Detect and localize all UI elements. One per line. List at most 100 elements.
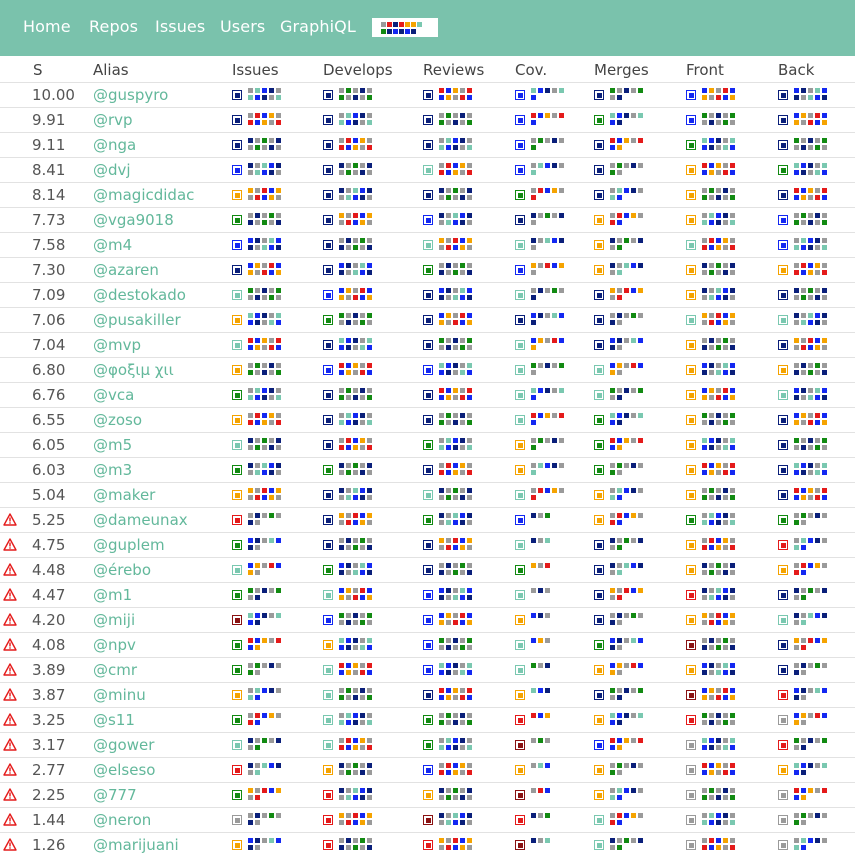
user-score: 3.25: [32, 711, 66, 729]
activity-squares-icon: [248, 263, 282, 276]
activity-squares-icon: [248, 838, 282, 851]
activity-squares-icon: [248, 338, 282, 351]
activity-squares-icon: [794, 688, 828, 701]
user-alias-link[interactable]: @minu: [93, 686, 146, 704]
user-alias-link[interactable]: @npv: [93, 636, 136, 654]
col-header-alias[interactable]: Alias: [93, 61, 129, 79]
activity-squares-icon: [610, 513, 644, 526]
user-score: 4.08: [32, 636, 66, 654]
activity-squares-icon: [439, 238, 473, 251]
user-score: 5.25: [32, 511, 66, 529]
user-alias-link[interactable]: @φοξιμ χιι: [93, 361, 174, 379]
user-alias-link[interactable]: @nga: [93, 136, 136, 154]
level-square-icon: [515, 215, 525, 225]
activity-squares-icon: [248, 463, 282, 476]
col-header-reviews[interactable]: Reviews: [423, 61, 484, 79]
user-alias-link[interactable]: @azaren: [93, 261, 159, 279]
warning-icon: [3, 713, 17, 726]
user-alias-link[interactable]: @m4: [93, 236, 132, 254]
level-square-icon: [778, 640, 788, 650]
user-alias-link[interactable]: @neron: [93, 811, 151, 829]
level-square-icon: [686, 515, 696, 525]
level-square-icon: [423, 590, 433, 600]
user-alias-link[interactable]: @rvp: [93, 111, 133, 129]
activity-squares-icon: [794, 213, 828, 226]
table-row: 4.47 @m1: [0, 582, 855, 607]
level-square-icon: [323, 390, 333, 400]
col-header-develops[interactable]: Develops: [323, 61, 393, 79]
col-header-score[interactable]: S: [33, 61, 43, 79]
level-square-icon: [323, 640, 333, 650]
warning-icon: [3, 688, 17, 701]
nav-link-users[interactable]: Users: [220, 17, 265, 36]
level-square-icon: [515, 815, 525, 825]
warning-icon: [3, 838, 17, 851]
activity-squares-icon: [339, 563, 373, 576]
activity-squares-icon: [794, 413, 828, 426]
table-row: 7.30 @azaren: [0, 257, 855, 282]
col-header-merges[interactable]: Merges: [594, 61, 649, 79]
activity-squares-icon: [531, 663, 565, 669]
user-alias-link[interactable]: @dameunax: [93, 511, 188, 529]
table-row: 1.26 @marijuani: [0, 832, 855, 857]
activity-squares-icon: [610, 613, 644, 626]
user-alias-link[interactable]: @vga9018: [93, 211, 174, 229]
user-alias-link[interactable]: @pusakiller: [93, 311, 181, 329]
level-square-icon: [594, 240, 604, 250]
user-alias-link[interactable]: @m1: [93, 586, 132, 604]
activity-squares-icon: [610, 213, 644, 226]
user-alias-link[interactable]: @vca: [93, 386, 134, 404]
user-alias-link[interactable]: @m5: [93, 436, 132, 454]
level-square-icon: [515, 690, 525, 700]
user-alias-link[interactable]: @777: [93, 786, 137, 804]
activity-squares-icon: [248, 438, 282, 451]
table-row: 2.77 @elseso: [0, 757, 855, 782]
user-alias-link[interactable]: @cmr: [93, 661, 137, 679]
activity-squares-icon: [702, 563, 736, 576]
level-square-icon: [323, 740, 333, 750]
level-square-icon: [594, 815, 604, 825]
user-alias-link[interactable]: @guspyro: [93, 86, 168, 104]
activity-squares-icon: [794, 813, 828, 826]
user-alias-link[interactable]: @érebo: [93, 561, 151, 579]
user-alias-link[interactable]: @mvp: [93, 336, 141, 354]
level-square-icon: [323, 290, 333, 300]
col-header-issues[interactable]: Issues: [232, 61, 279, 79]
user-score: 4.47: [32, 586, 66, 604]
level-square-icon: [594, 465, 604, 475]
user-alias-link[interactable]: @s11: [93, 711, 135, 729]
level-square-icon: [515, 140, 525, 150]
activity-squares-icon: [794, 588, 828, 601]
col-header-coverage[interactable]: Cov.: [515, 61, 547, 79]
user-alias-link[interactable]: @maker: [93, 486, 155, 504]
user-alias-link[interactable]: @zoso: [93, 411, 142, 429]
activity-squares-icon: [248, 138, 282, 151]
user-alias-link[interactable]: @marijuani: [93, 836, 179, 854]
user-alias-link[interactable]: @elseso: [93, 761, 155, 779]
level-square-icon: [778, 290, 788, 300]
col-header-front[interactable]: Front: [686, 61, 724, 79]
user-alias-link[interactable]: @magicdidac: [93, 186, 194, 204]
activity-squares-icon: [439, 713, 473, 726]
activity-squares-icon: [610, 788, 644, 801]
user-alias-link[interactable]: @guplem: [93, 536, 165, 554]
activity-squares-icon: [702, 413, 736, 426]
activity-squares-icon: [339, 363, 373, 376]
activity-squares-icon: [702, 488, 736, 501]
col-header-back[interactable]: Back: [778, 61, 814, 79]
nav-link-issues[interactable]: Issues: [155, 17, 205, 36]
nav-link-repos[interactable]: Repos: [89, 17, 138, 36]
nav-link-graphiql[interactable]: GraphiQL: [280, 17, 356, 36]
activity-squares-icon: [794, 663, 828, 676]
user-alias-link[interactable]: @m3: [93, 461, 132, 479]
user-alias-link[interactable]: @dvj: [93, 161, 131, 179]
level-square-icon: [232, 615, 242, 625]
activity-squares-icon: [439, 463, 473, 476]
user-alias-link[interactable]: @miji: [93, 611, 135, 629]
level-square-icon: [778, 540, 788, 550]
nav-link-home[interactable]: Home: [23, 17, 71, 36]
user-alias-link[interactable]: @gower: [93, 736, 154, 754]
level-square-icon: [594, 115, 604, 125]
activity-squares-icon: [439, 813, 473, 826]
user-alias-link[interactable]: @destokado: [93, 286, 186, 304]
